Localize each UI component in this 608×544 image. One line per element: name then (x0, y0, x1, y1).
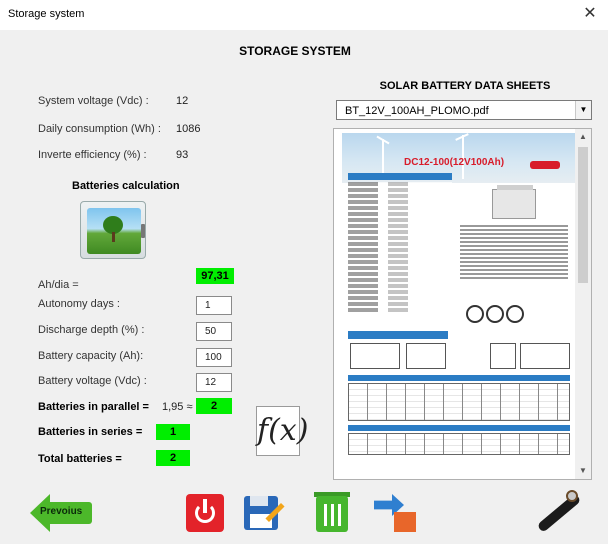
datasheet-table-header (348, 375, 570, 381)
delete-button[interactable] (308, 488, 358, 536)
discharge-depth-label: Discharge depth (%) : (38, 324, 145, 336)
battery-voltage-input[interactable]: 12 (196, 373, 232, 392)
discharge-depth-input[interactable]: 50 (196, 322, 232, 341)
dimension-table (520, 343, 570, 369)
previous-button-label: Prevoius (40, 506, 83, 517)
datasheet-brand-logo (530, 161, 560, 169)
datasheet-select[interactable]: BT_12V_100AH_PLOMO.pdf ▼ (336, 100, 592, 120)
scrollbar-thumb[interactable] (578, 147, 588, 283)
chevron-down-icon[interactable]: ▼ (575, 101, 591, 119)
dimension-drawing (490, 343, 516, 369)
ah-dia-value: 97,31 (196, 268, 234, 284)
battery-capacity-label: Battery capacity (Ah): (38, 350, 144, 362)
export-button[interactable] (370, 488, 420, 536)
batteries-series-value: 1 (156, 424, 190, 440)
inverter-efficiency-label: Inverte efficiency (%) : (38, 149, 147, 161)
viewer-scrollbar[interactable]: ▲ ▼ (575, 129, 591, 479)
previous-button[interactable]: Prevoius (30, 488, 94, 536)
save-button[interactable] (236, 488, 286, 536)
datasheet-dimensions-header (348, 331, 448, 339)
batteries-parallel-label: Batteries in parallel = (38, 401, 149, 413)
titlebar: Storage system ✕ (0, 0, 608, 30)
datasheet-table-header (348, 425, 570, 431)
daily-consumption-label: Daily consumption (Wh) : (38, 123, 161, 135)
batteries-calculation-title: Batteries calculation (72, 180, 180, 192)
daily-consumption-value: 1086 (176, 123, 201, 135)
dimension-drawing (406, 343, 446, 369)
autonomy-days-label: Autonomy days : (38, 298, 120, 310)
power-button[interactable] (182, 488, 232, 536)
batteries-series-label: Batteries in series = (38, 426, 143, 438)
dimension-drawing (350, 343, 400, 369)
scroll-down-icon[interactable]: ▼ (575, 463, 591, 479)
ah-dia-label: Ah/dia = (38, 279, 79, 291)
datasheet-table (348, 433, 570, 455)
datasheet-battery-illustration (492, 185, 536, 219)
system-voltage-label: System voltage (Vdc) : (38, 95, 149, 107)
datasheet-page: DC12-100(12V100Ah) (342, 133, 576, 455)
battery-voltage-label: Battery voltage (Vdc) : (38, 375, 147, 387)
total-batteries-value: 2 (156, 450, 190, 466)
cable-button[interactable] (530, 486, 584, 538)
datasheets-heading: SOLAR BATTERY DATA SHEETS (379, 80, 551, 92)
datasheet-select-value: BT_12V_100AH_PLOMO.pdf (345, 105, 489, 117)
datasheet-table (348, 383, 570, 421)
system-voltage-value: 12 (176, 95, 189, 107)
battery-capacity-input[interactable]: 100 (196, 348, 232, 367)
storage-panel: STORAGE SYSTEM SOLAR BATTERY DATA SHEETS… (0, 30, 608, 544)
datasheet-certifications (466, 305, 566, 325)
autonomy-days-input[interactable]: 1 (196, 296, 232, 315)
battery-solar-icon (80, 201, 146, 259)
total-batteries-label: Total batteries = (38, 453, 122, 465)
inverter-efficiency-value: 93 (176, 149, 189, 161)
window-title: Storage system (8, 8, 85, 20)
datasheet-viewer[interactable]: DC12-100(12V100Ah) ▲ ▼ (333, 128, 592, 480)
page-title: STORAGE SYSTEM (239, 44, 351, 58)
batteries-parallel-value: 2 (196, 398, 232, 414)
batteries-parallel-approx: 1,95 ≈ (162, 401, 193, 413)
datasheet-spec-rows (348, 182, 452, 314)
datasheet-description (460, 225, 568, 281)
fx-icon[interactable]: f(x) (256, 406, 308, 456)
datasheet-spec-header (348, 173, 452, 180)
datasheet-model-text: DC12-100(12V100Ah) (404, 157, 505, 168)
scroll-up-icon[interactable]: ▲ (575, 129, 591, 145)
close-icon[interactable]: ✕ (578, 3, 602, 25)
